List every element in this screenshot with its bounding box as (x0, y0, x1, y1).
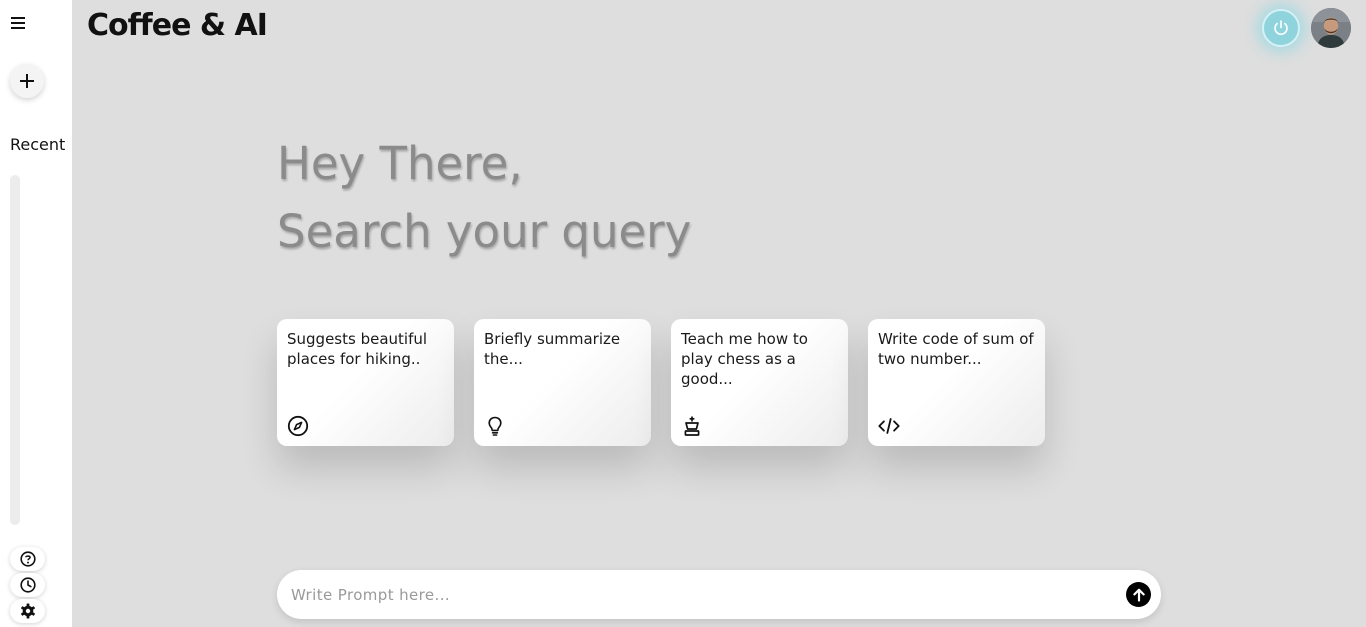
recent-list-scrollbar[interactable] (10, 175, 20, 525)
suggestion-card-chess[interactable]: Teach me how to play chess as a good... (671, 319, 848, 446)
clock-icon (19, 577, 36, 593)
suggestion-card-text: Briefly summarize the... (484, 330, 621, 368)
lightbulb-icon (488, 416, 502, 436)
chess-king-icon (684, 416, 700, 436)
compass-icon (287, 415, 309, 437)
power-button[interactable] (1262, 9, 1300, 47)
greeting-line-1: Hey There, (277, 137, 523, 190)
app-title: Coffee & AI (87, 8, 268, 43)
suggestion-card-text: Suggests beautiful places for hiking.. (287, 330, 428, 368)
suggestion-card-code[interactable]: Write code of sum of two number... (868, 319, 1045, 446)
send-button[interactable] (1126, 582, 1151, 607)
menu-button[interactable] (9, 13, 27, 33)
suggestion-card-summarize[interactable]: Briefly summarize the... (474, 319, 651, 446)
activity-button[interactable] (10, 573, 45, 597)
plus-icon (20, 74, 34, 88)
suggestion-card-hiking[interactable]: Suggests beautiful places for hiking.. (277, 319, 454, 446)
hamburger-menu-icon (11, 17, 25, 29)
greeting-line-2: Search your query (277, 205, 692, 258)
prompt-input[interactable] (291, 570, 1111, 619)
recent-label: Recent (10, 135, 66, 154)
new-chat-button[interactable] (10, 64, 44, 98)
arrow-up-icon (1132, 588, 1145, 602)
suggestion-card-text: Teach me how to play chess as a good... (681, 330, 808, 388)
user-avatar[interactable] (1311, 8, 1351, 48)
suggestion-card-text: Write code of sum of two number... (878, 330, 1034, 368)
gear-icon (20, 603, 35, 619)
power-icon (1274, 20, 1288, 35)
greeting: Hey There, Search your query (277, 130, 691, 266)
help-button[interactable] (10, 547, 45, 571)
app-root: Recent Coffee & AI Hey There, Search you… (0, 0, 1366, 627)
sidebar: Recent (0, 0, 72, 627)
settings-button[interactable] (10, 599, 45, 623)
prompt-bar (277, 570, 1161, 619)
code-icon (878, 418, 900, 434)
question-icon (19, 551, 36, 567)
avatar-image (1311, 8, 1351, 48)
